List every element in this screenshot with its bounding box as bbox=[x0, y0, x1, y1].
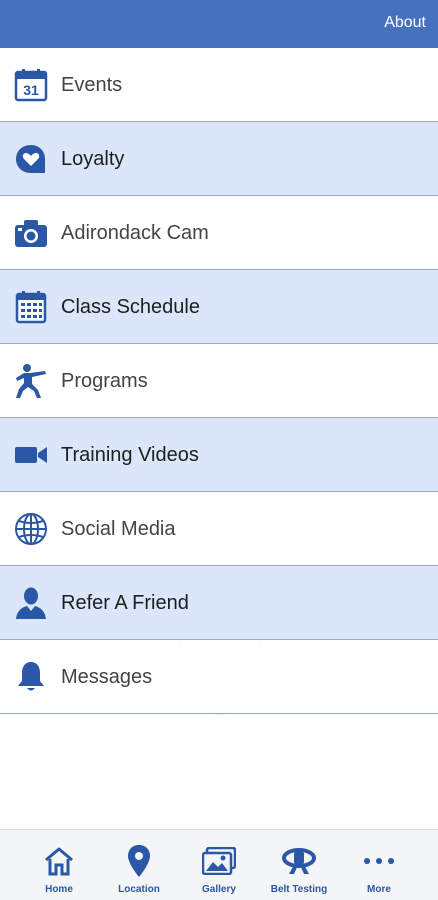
home-icon bbox=[41, 844, 77, 878]
more-dots-icon bbox=[361, 844, 397, 878]
top-bar: About bbox=[0, 0, 438, 48]
tab-label: Belt Testing bbox=[270, 884, 328, 895]
calendar-day-number: 31 bbox=[23, 82, 39, 98]
belt-icon bbox=[281, 844, 317, 878]
menu-item-label: Class Schedule bbox=[61, 296, 200, 318]
tab-gallery[interactable]: Gallery bbox=[179, 830, 259, 900]
menu-item-label: Messages bbox=[61, 666, 153, 688]
tab-location[interactable]: Location bbox=[99, 830, 179, 900]
tab-belt-testing[interactable]: Belt Testing bbox=[259, 830, 339, 900]
menu-item-training-videos[interactable]: Training Videos bbox=[0, 418, 438, 492]
tab-more[interactable]: More bbox=[339, 830, 419, 900]
calendar-grid-icon bbox=[13, 290, 49, 324]
menu-item-loyalty[interactable]: Loyalty bbox=[0, 122, 438, 196]
globe-icon bbox=[13, 512, 49, 546]
martial-artist-icon bbox=[13, 364, 49, 398]
menu-item-adirondack-cam[interactable]: Adirondack Cam bbox=[0, 196, 438, 270]
menu-item-label: Adirondack Cam bbox=[61, 222, 209, 244]
calendar-31-icon: 31 bbox=[13, 68, 49, 102]
gallery-icon bbox=[201, 844, 237, 878]
person-icon bbox=[13, 586, 49, 620]
main-menu: 31 Events Loyalty Adirondack Cam Class S… bbox=[0, 48, 438, 714]
location-pin-icon bbox=[121, 844, 157, 878]
menu-item-label: Programs bbox=[61, 370, 148, 392]
tab-label: Home bbox=[45, 884, 73, 895]
tab-label: Location bbox=[118, 884, 160, 895]
menu-item-messages[interactable]: Messages bbox=[0, 640, 438, 714]
about-button[interactable]: About bbox=[384, 14, 426, 32]
menu-item-label: Social Media bbox=[61, 518, 176, 540]
menu-item-social-media[interactable]: Social Media bbox=[0, 492, 438, 566]
menu-item-label: Refer A Friend bbox=[61, 592, 189, 614]
tab-label: More bbox=[367, 884, 391, 895]
menu-item-label: Events bbox=[61, 74, 123, 96]
tab-home[interactable]: Home bbox=[19, 830, 99, 900]
menu-item-label: Training Videos bbox=[61, 444, 199, 466]
menu-item-refer-a-friend[interactable]: Refer A Friend bbox=[0, 566, 438, 640]
menu-item-programs[interactable]: Programs bbox=[0, 344, 438, 418]
menu-item-events[interactable]: 31 Events bbox=[0, 48, 438, 122]
tab-label: Gallery bbox=[202, 884, 236, 895]
camera-icon bbox=[13, 216, 49, 250]
video-camera-icon bbox=[13, 438, 49, 472]
heart-bubble-icon bbox=[13, 142, 49, 176]
menu-item-class-schedule[interactable]: Class Schedule bbox=[0, 270, 438, 344]
menu-item-label: Loyalty bbox=[61, 148, 125, 170]
bell-icon bbox=[13, 660, 49, 694]
bottom-tab-bar: Home Location Gallery Belt Testing More bbox=[0, 829, 438, 900]
